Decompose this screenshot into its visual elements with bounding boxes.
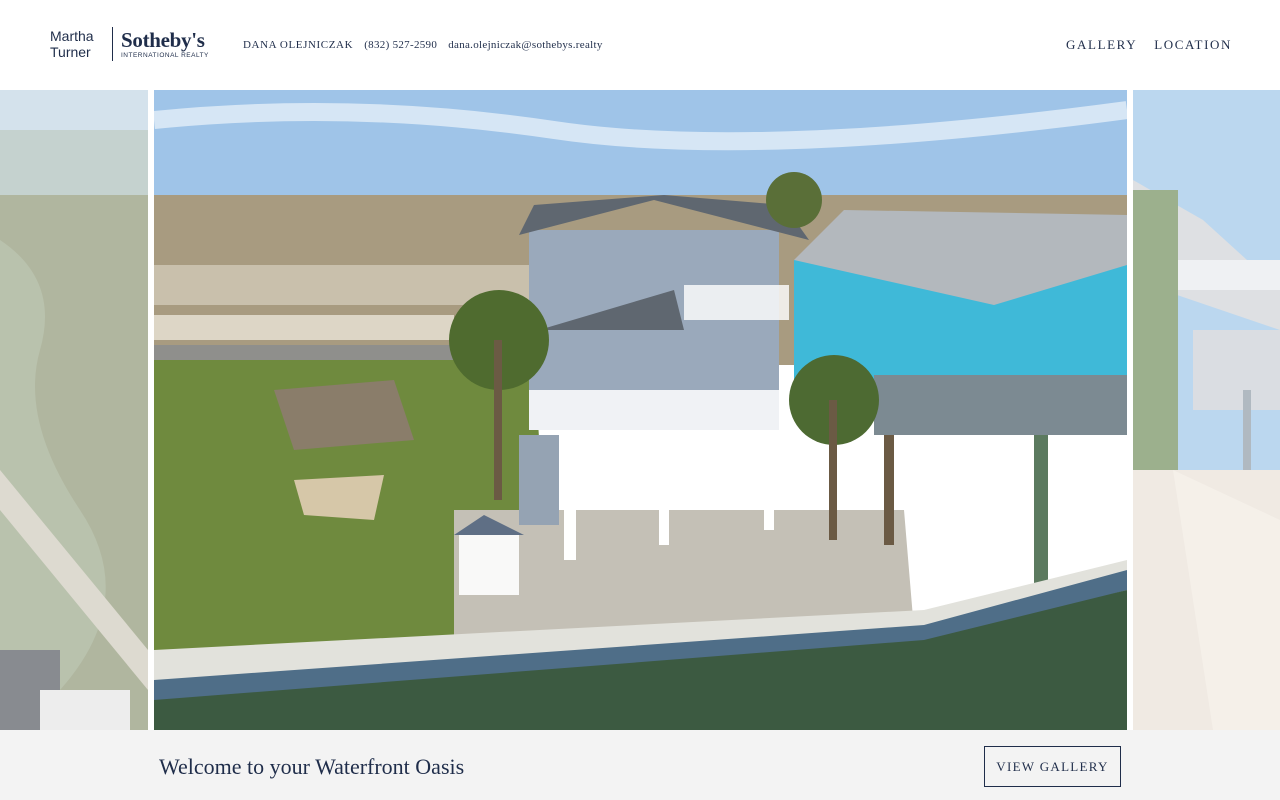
- logo-subtitle: INTERNATIONAL REALTY: [121, 52, 209, 59]
- nav-location-link[interactable]: LOCATION: [1154, 37, 1232, 53]
- agent-contact: DANA OLEJNICZAK (832) 527-2590 dana.olej…: [243, 39, 611, 51]
- hero-caption: Welcome to your Waterfront Oasis: [159, 754, 465, 779]
- site-header: Martha Turner Sotheby's INTERNATIONAL RE…: [0, 0, 1280, 90]
- nav-gallery-link[interactable]: GALLERY: [1066, 37, 1137, 53]
- logo-left-text: Martha Turner: [50, 28, 112, 60]
- agent-name: DANA OLEJNICZAK: [243, 39, 354, 51]
- logo-line-turner: Turner: [50, 44, 91, 60]
- hero-caption-bar: Welcome to your Waterfront Oasis VIEW GA…: [0, 730, 1280, 800]
- logo-line-martha: Martha: [50, 28, 94, 44]
- view-gallery-button[interactable]: VIEW GALLERY: [984, 746, 1121, 787]
- main-nav: GALLERY LOCATION: [1066, 37, 1232, 53]
- brand-logo[interactable]: Martha Turner Sotheby's INTERNATIONAL RE…: [50, 26, 212, 62]
- logo-right-text: Sotheby's INTERNATIONAL REALTY: [121, 29, 209, 59]
- agent-phone[interactable]: (832) 527-2590: [364, 39, 437, 51]
- carousel-prev-slide[interactable]: [0, 90, 148, 730]
- next-slide-image: [1133, 90, 1280, 730]
- prev-slide-image: [0, 90, 148, 730]
- logo-brand-name: Sotheby's: [121, 28, 205, 52]
- carousel-main-slide[interactable]: [154, 90, 1127, 730]
- hero-carousel: [0, 90, 1280, 730]
- carousel-next-slide[interactable]: [1133, 90, 1280, 730]
- agent-email[interactable]: dana.olejniczak@sothebys.realty: [448, 39, 602, 51]
- logo-divider: [112, 27, 113, 61]
- main-slide-image: [154, 90, 1127, 730]
